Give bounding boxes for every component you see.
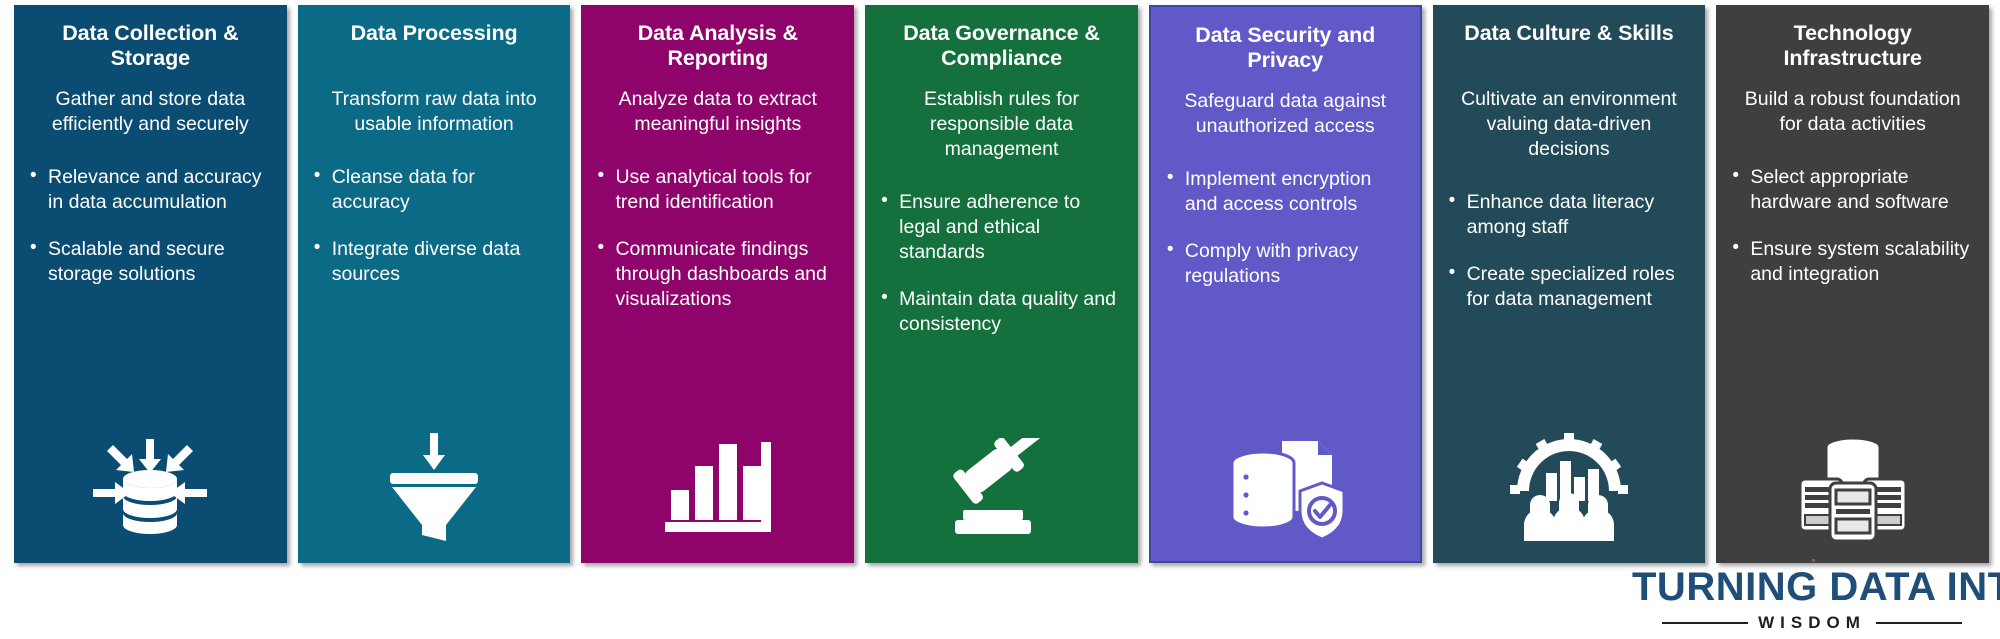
- pillar-bullet-list: Select appropriate hardware and software…: [1730, 164, 1975, 309]
- server-database-icon: [1716, 427, 1989, 547]
- pillar-bullet-item: Relevance and accuracy in data accumulat…: [28, 164, 273, 215]
- pillar-card-data-collection-storage[interactable]: Data Collection & Storage Gather and stor…: [14, 5, 287, 563]
- infographic-canvas: Data Collection & Storage Gather and stor…: [0, 0, 2000, 639]
- pillar-bullet-item: Cleanse data for accuracy: [312, 164, 557, 215]
- pillar-title: Data Processing: [350, 21, 518, 45]
- pillar-title: Data Culture & Skills: [1464, 21, 1674, 45]
- database-inbound-arrows-icon: [14, 427, 287, 547]
- bar-chart-icon: [581, 427, 854, 547]
- pillar-cards-row: Data Collection & Storage Gather and stor…: [0, 0, 2000, 570]
- pillar-bullet-item: Communicate findings through dashboards …: [595, 236, 840, 312]
- team-analytics-icon: [1433, 427, 1706, 547]
- pillar-bullet-list: Relevance and accuracy in data accumulat…: [28, 164, 273, 309]
- database-shield-document-icon: [1151, 425, 1420, 545]
- pillar-title: Data Collection & Storage: [62, 21, 239, 71]
- logo-rule-left: [1662, 622, 1749, 624]
- pillar-bullet-item: Scalable and secure storage solutions: [28, 236, 273, 287]
- pillar-card-data-analysis-reporting[interactable]: Data Analysis & Reporting Analyze data to…: [581, 5, 855, 563]
- logo-primary-text: TURNING DATA INTO: [1632, 565, 2000, 609]
- pillar-card-data-security-privacy[interactable]: Data Security and Privacy Safeguard data …: [1148, 5, 1422, 563]
- logo-rule-right: [1875, 622, 1962, 624]
- pillar-bullet-item: Implement encryption and access controls: [1165, 166, 1406, 217]
- pillar-bullet-item: Select appropriate hardware and software: [1730, 164, 1975, 215]
- pillar-subtitle: Establish rules for responsible data man…: [924, 88, 1079, 160]
- pillar-bullet-item: Use analytical tools for trend identific…: [595, 164, 840, 215]
- logo-secondary-text: WISDOM: [1758, 613, 1866, 632]
- pillar-card-data-processing[interactable]: Data Processing Transform raw data into u…: [297, 5, 571, 563]
- pillar-subtitle: Gather and store data efficiently and se…: [51, 88, 249, 135]
- pillar-bullet-list: Cleanse data for accuracy Integrate diver…: [312, 164, 557, 309]
- pillar-bullet-item: Comply with privacy regulations: [1165, 238, 1406, 289]
- pillar-bullet-item: Ensure adherence to legal and ethical st…: [879, 189, 1124, 265]
- pillar-subtitle: Cultivate an environment valuing data-dr…: [1461, 88, 1677, 160]
- pillar-bullet-list: Ensure adherence to legal and ethical st…: [879, 189, 1124, 359]
- pillar-bullet-item: Integrate diverse data sources: [312, 236, 557, 287]
- gavel-icon: [865, 427, 1138, 547]
- pillar-card-technology-infrastructure[interactable]: Technology Infrastructure Build a robust …: [1716, 5, 1990, 563]
- pillar-subtitle: Analyze data to extract meaningful insig…: [618, 88, 817, 135]
- pillar-title: Data Governance & Compliance: [903, 21, 1100, 71]
- pillar-title: Data Security and Privacy: [1195, 23, 1376, 73]
- pillar-bullet-list: Use analytical tools for trend identific…: [595, 164, 840, 334]
- pillar-card-data-governance-compliance[interactable]: Data Governance & Compliance Establish ru…: [865, 5, 1138, 563]
- pillar-title: Data Analysis & Reporting: [637, 21, 798, 71]
- pillar-bullet-item: Maintain data quality and consistency: [879, 286, 1124, 337]
- logo-secondary-row: WISDOM: [1632, 613, 1992, 633]
- brand-logo: TURNING DATA INTO WISDOM: [1632, 559, 2000, 633]
- logo-dot: [1812, 559, 1815, 562]
- pillar-subtitle: Build a robust foundation for data activ…: [1744, 88, 1961, 135]
- pillar-bullet-item: Enhance data literacy among staff: [1447, 189, 1692, 240]
- pillar-subtitle: Safeguard data against unauthorized acce…: [1184, 90, 1387, 137]
- pillar-bullet-list: Enhance data literacy among staff Create …: [1447, 189, 1692, 334]
- pillar-subtitle: Transform raw data into usable informati…: [331, 88, 537, 135]
- pillar-bullet-list: Implement encryption and access controls…: [1165, 166, 1406, 311]
- pillar-bullet-item: Ensure system scalability and integratio…: [1730, 236, 1975, 287]
- pillar-card-data-culture-skills[interactable]: Data Culture & Skills Cultivate an enviro…: [1432, 5, 1706, 563]
- pillar-title: Technology Infrastructure: [1783, 21, 1922, 71]
- funnel-icon: [298, 427, 571, 547]
- pillar-bullet-item: Create specialized roles for data manage…: [1447, 261, 1692, 312]
